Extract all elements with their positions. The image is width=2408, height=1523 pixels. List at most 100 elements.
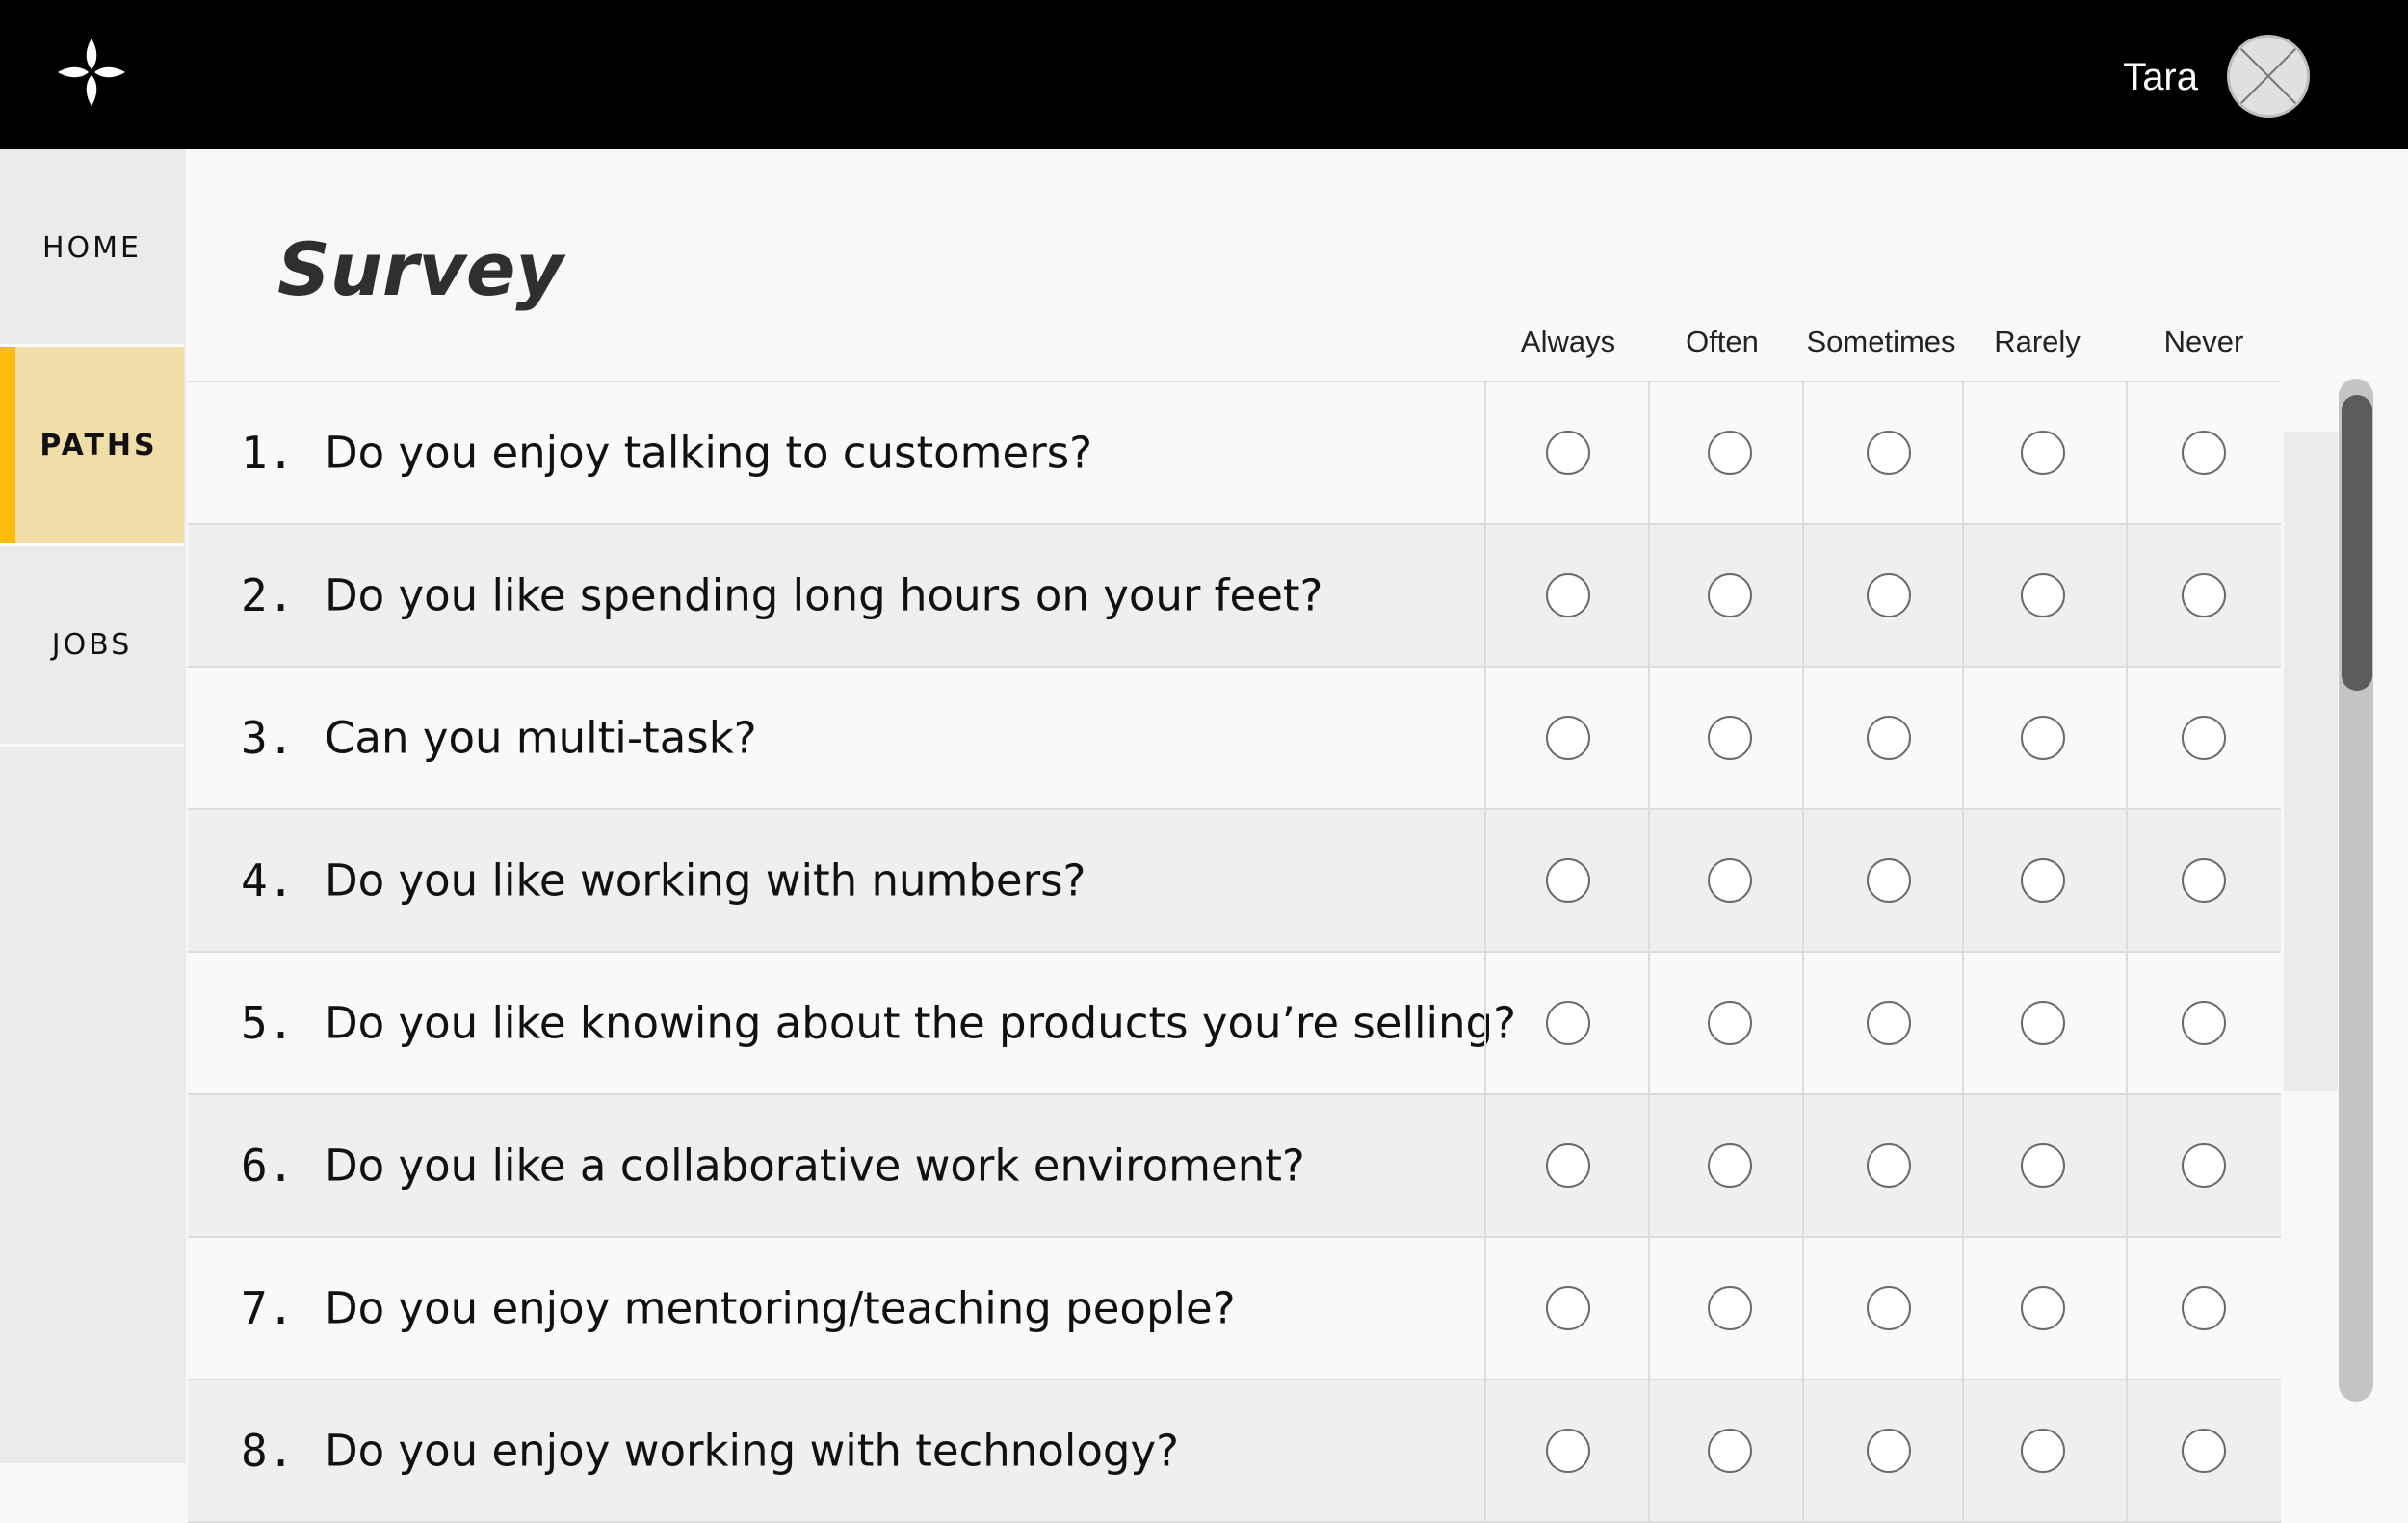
radio-always[interactable] xyxy=(1546,1143,1590,1188)
radio-sometimes[interactable] xyxy=(1867,1429,1911,1473)
page-title: Survey xyxy=(277,226,563,312)
question-number: 4. xyxy=(241,854,295,906)
column-divider xyxy=(2126,525,2128,666)
radio-rarely[interactable] xyxy=(2021,858,2065,903)
radio-sometimes[interactable] xyxy=(1867,431,1911,475)
radio-always[interactable] xyxy=(1546,716,1590,760)
radio-rarely[interactable] xyxy=(2021,1429,2065,1473)
column-divider xyxy=(1484,382,1486,523)
user-name[interactable]: Tara xyxy=(2123,56,2198,99)
radio-often[interactable] xyxy=(1708,1143,1752,1188)
radio-always[interactable] xyxy=(1546,1001,1590,1045)
radio-always[interactable] xyxy=(1546,858,1590,903)
survey-row: 3. Can you multi-task? xyxy=(188,668,2281,810)
column-divider xyxy=(1484,1380,1486,1521)
question-text: Do you enjoy talking to customers? xyxy=(325,427,1093,479)
radio-sometimes[interactable] xyxy=(1867,573,1911,617)
radio-never[interactable] xyxy=(2182,716,2226,760)
radio-never[interactable] xyxy=(2182,1143,2226,1188)
radio-rarely[interactable] xyxy=(2021,1001,2065,1045)
column-divider xyxy=(1648,953,1650,1093)
question-text: Do you enjoy mentoring/teaching people? xyxy=(325,1282,1236,1334)
survey-row: 4. Do you like working with numbers? xyxy=(188,810,2281,953)
radio-never[interactable] xyxy=(2182,1286,2226,1330)
sidebar-item-label: PATHS xyxy=(39,428,158,462)
column-divider xyxy=(2126,382,2128,523)
radio-often[interactable] xyxy=(1708,1286,1752,1330)
column-header-rarely: Rarely xyxy=(1994,325,2081,358)
sidebar-item-paths[interactable]: PATHS xyxy=(0,347,184,546)
radio-always[interactable] xyxy=(1546,1429,1590,1473)
radio-often[interactable] xyxy=(1708,1001,1752,1045)
radio-rarely[interactable] xyxy=(2021,1143,2065,1188)
radio-never[interactable] xyxy=(2182,1001,2226,1045)
radio-sometimes[interactable] xyxy=(1867,1001,1911,1045)
question-number: 7. xyxy=(241,1282,295,1334)
radio-sometimes[interactable] xyxy=(1867,858,1911,903)
survey-table: 1. Do you enjoy talking to customers? 2. Do… xyxy=(188,381,2281,1523)
column-divider xyxy=(1962,382,1964,523)
question-number: 3. xyxy=(241,712,295,764)
question-text: Do you like a collaborative work envirom… xyxy=(325,1140,1305,1192)
sidebar: HOME PATHS JOBS xyxy=(0,149,186,1463)
survey-row: 8. Do you enjoy working with technology? xyxy=(188,1380,2281,1523)
radio-often[interactable] xyxy=(1708,858,1752,903)
survey-row: 6. Do you like a collaborative work envir… xyxy=(188,1095,2281,1238)
radio-often[interactable] xyxy=(1708,1429,1752,1473)
column-divider xyxy=(1484,810,1486,951)
radio-sometimes[interactable] xyxy=(1867,716,1911,760)
radio-often[interactable] xyxy=(1708,716,1752,760)
radio-sometimes[interactable] xyxy=(1867,1286,1911,1330)
radio-rarely[interactable] xyxy=(2021,716,2065,760)
column-divider xyxy=(1648,668,1650,808)
radio-sometimes[interactable] xyxy=(1867,1143,1911,1188)
radio-never[interactable] xyxy=(2182,431,2226,475)
column-divider xyxy=(1802,810,1804,951)
radio-rarely[interactable] xyxy=(2021,573,2065,617)
column-divider xyxy=(1484,525,1486,666)
column-divider xyxy=(1648,1238,1650,1379)
column-header-always: Always xyxy=(1520,325,1616,358)
radio-rarely[interactable] xyxy=(2021,431,2065,475)
radio-never[interactable] xyxy=(2182,573,2226,617)
scrollbar-thumb[interactable] xyxy=(2342,395,2372,691)
avatar[interactable] xyxy=(2227,35,2310,118)
column-header-never: Never xyxy=(2163,325,2244,358)
radio-often[interactable] xyxy=(1708,431,1752,475)
avatar-placeholder-icon xyxy=(2237,44,2300,108)
column-header-sometimes: Sometimes xyxy=(1806,325,1956,358)
column-divider xyxy=(1962,525,1964,666)
column-divider xyxy=(1648,1380,1650,1521)
column-divider xyxy=(2126,1238,2128,1379)
sidebar-item-label: HOME xyxy=(41,231,142,265)
survey-row: 7. Do you enjoy mentoring/teaching people… xyxy=(188,1238,2281,1380)
question-text: Do you like knowing about the products y… xyxy=(325,997,1516,1049)
question-number: 6. xyxy=(241,1140,295,1192)
active-indicator xyxy=(0,347,15,543)
radio-never[interactable] xyxy=(2182,1429,2226,1473)
column-header-often: Often xyxy=(1686,325,1759,358)
radio-never[interactable] xyxy=(2182,858,2226,903)
sidebar-item-home[interactable]: HOME xyxy=(0,152,184,347)
question-number: 1. xyxy=(241,427,295,479)
radio-rarely[interactable] xyxy=(2021,1286,2065,1330)
column-divider xyxy=(1962,953,1964,1093)
column-divider xyxy=(1962,1095,1964,1236)
survey-row: 1. Do you enjoy talking to customers? xyxy=(188,381,2281,525)
radio-always[interactable] xyxy=(1546,431,1590,475)
sidebar-item-label: JOBS xyxy=(51,628,133,662)
column-divider xyxy=(1484,1238,1486,1379)
column-divider xyxy=(1802,1238,1804,1379)
column-divider xyxy=(2126,1095,2128,1236)
radio-always[interactable] xyxy=(1546,1286,1590,1330)
top-bar: Tara xyxy=(0,0,2408,149)
survey-row: 2. Do you like spending long hours on you… xyxy=(188,525,2281,668)
column-divider xyxy=(1484,953,1486,1093)
scroll-gutter xyxy=(2284,432,2338,1091)
column-divider xyxy=(1962,1380,1964,1521)
radio-often[interactable] xyxy=(1708,573,1752,617)
radio-always[interactable] xyxy=(1546,573,1590,617)
question-text: Can you multi-task? xyxy=(325,712,757,764)
sidebar-item-jobs[interactable]: JOBS xyxy=(0,546,184,747)
four-petal-star-icon[interactable] xyxy=(56,37,127,108)
